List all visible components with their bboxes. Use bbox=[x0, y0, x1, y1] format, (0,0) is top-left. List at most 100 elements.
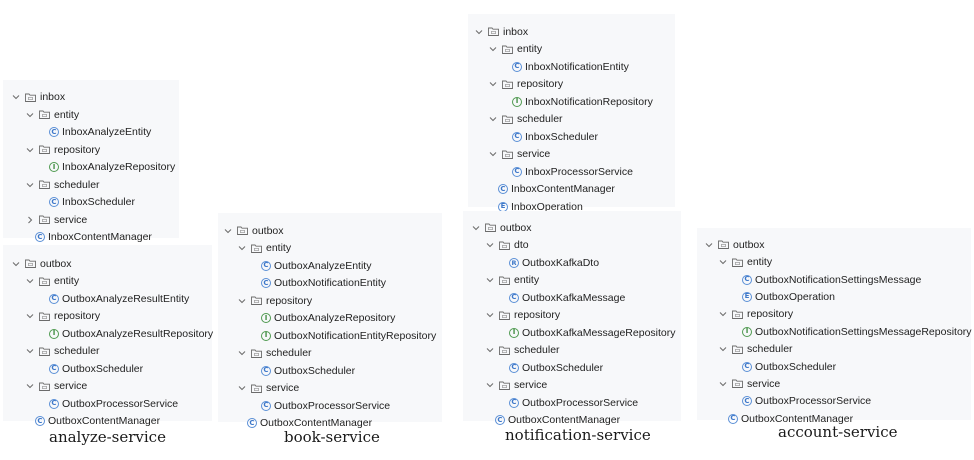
tree-file-row[interactable]: I OutboxKafkaMessageRepository bbox=[509, 324, 676, 342]
tree-folder-row[interactable]: entity bbox=[25, 106, 79, 124]
tree-folder-row[interactable]: service bbox=[25, 378, 87, 396]
tree-folder-row[interactable]: entity bbox=[488, 41, 542, 59]
tree-folder-row[interactable]: repository bbox=[237, 292, 312, 310]
tree-file-row[interactable]: R OutboxKafkaDto bbox=[509, 254, 599, 272]
tree-folder-row[interactable]: service bbox=[485, 377, 547, 395]
chevron-down-icon[interactable] bbox=[488, 114, 498, 124]
tree-file-row[interactable]: I OutboxAnalyzeResultRepository bbox=[49, 325, 213, 343]
tree-file-row[interactable]: C InboxScheduler bbox=[512, 128, 598, 146]
chevron-down-icon[interactable] bbox=[718, 257, 728, 267]
chevron-down-icon[interactable] bbox=[485, 345, 495, 355]
chevron-down-icon[interactable] bbox=[25, 276, 35, 286]
tree-folder-row[interactable]: repository bbox=[25, 308, 100, 326]
tree-folder-row[interactable]: repository bbox=[25, 141, 100, 159]
tree-folder-row[interactable]: dto bbox=[485, 237, 529, 255]
tree-item-label: entity bbox=[517, 43, 543, 56]
chevron-down-icon[interactable] bbox=[25, 180, 35, 190]
account-outbox-tree: outbox entity C OutboxNotificationSettingsM… bbox=[697, 228, 972, 425]
tree-file-row[interactable]: C OutboxAnalyzeResultEntity bbox=[49, 290, 189, 308]
tree-file-row[interactable]: C InboxAnalyzeEntity bbox=[49, 124, 151, 142]
tree-file-row[interactable]: C OutboxAnalyzeEntity bbox=[261, 257, 371, 275]
chevron-down-icon[interactable] bbox=[11, 92, 21, 102]
chevron-down-icon[interactable] bbox=[237, 383, 247, 393]
chevron-down-icon[interactable] bbox=[11, 259, 21, 269]
tree-folder-row[interactable]: scheduler bbox=[237, 345, 312, 363]
tree-folder-row[interactable]: scheduler bbox=[488, 111, 563, 129]
chevron-down-icon[interactable] bbox=[485, 380, 495, 390]
chevron-down-icon[interactable] bbox=[485, 240, 495, 250]
tree-file-row[interactable]: C OutboxScheduler bbox=[49, 360, 143, 378]
tree-file-row[interactable]: C OutboxProcessorService bbox=[742, 393, 871, 411]
tree-item-label: OutboxScheduler bbox=[522, 361, 604, 374]
chevron-down-icon[interactable] bbox=[25, 346, 35, 356]
tree-folder-row[interactable]: inbox bbox=[474, 23, 528, 41]
chevron-down-icon[interactable] bbox=[237, 296, 247, 306]
chevron-down-icon[interactable] bbox=[485, 310, 495, 320]
chevron-down-icon[interactable] bbox=[25, 145, 35, 155]
tree-file-row[interactable]: C OutboxNotificationEntity bbox=[261, 275, 386, 293]
chevron-down-icon[interactable] bbox=[488, 149, 498, 159]
tree-file-row[interactable]: C OutboxScheduler bbox=[261, 362, 355, 380]
tree-file-row[interactable]: C InboxContentManager bbox=[35, 229, 152, 247]
tree-file-row[interactable]: C OutboxScheduler bbox=[742, 358, 836, 376]
chevron-down-icon[interactable] bbox=[474, 27, 484, 37]
chevron-down-icon[interactable] bbox=[718, 309, 728, 319]
tree-folder-row[interactable]: outbox bbox=[11, 255, 72, 273]
tree-file-row[interactable]: C OutboxProcessorService bbox=[261, 397, 390, 415]
chevron-down-icon[interactable] bbox=[237, 243, 247, 253]
chevron-down-icon[interactable] bbox=[485, 275, 495, 285]
tree-file-row[interactable]: C OutboxProcessorService bbox=[509, 394, 638, 412]
tree-file-row[interactable]: C OutboxKafkaMessage bbox=[509, 289, 625, 307]
class-icon: C bbox=[35, 232, 45, 243]
chevron-down-icon[interactable] bbox=[704, 240, 714, 250]
tree-folder-row[interactable]: service bbox=[488, 146, 550, 164]
tree-folder-row[interactable]: outbox bbox=[223, 222, 284, 240]
tree-folder-row[interactable]: scheduler bbox=[25, 343, 100, 361]
tree-folder-row[interactable]: repository bbox=[485, 307, 560, 325]
tree-item-label: InboxContentManager bbox=[511, 183, 615, 196]
tree-folder-row[interactable]: scheduler bbox=[718, 340, 793, 358]
tree-folder-row[interactable]: inbox bbox=[11, 89, 65, 107]
chevron-down-icon[interactable] bbox=[25, 311, 35, 321]
tree-file-row[interactable]: C InboxScheduler bbox=[49, 194, 135, 212]
chevron-down-icon[interactable] bbox=[718, 344, 728, 354]
tree-folder-row[interactable]: scheduler bbox=[25, 176, 100, 194]
tree-file-row[interactable]: C OutboxProcessorService bbox=[49, 395, 178, 413]
tree-folder-row[interactable]: outbox bbox=[704, 236, 765, 254]
tree-file-row[interactable]: C OutboxScheduler bbox=[509, 359, 603, 377]
interface-icon: I bbox=[512, 96, 522, 107]
tree-folder-row[interactable]: entity bbox=[25, 273, 79, 291]
tree-folder-row[interactable]: repository bbox=[718, 306, 793, 324]
chevron-down-icon[interactable] bbox=[223, 226, 233, 236]
tree-item-label: InboxNotificationEntity bbox=[525, 60, 629, 73]
tree-folder-row[interactable]: entity bbox=[718, 253, 772, 271]
tree-file-row[interactable]: I OutboxNotificationSettingsMessageReposi… bbox=[742, 323, 972, 341]
tree-item-label: OutboxNotificationEntityRepository bbox=[274, 329, 437, 342]
tree-folder-row[interactable]: entity bbox=[237, 240, 291, 258]
tree-folder-row[interactable]: entity bbox=[485, 272, 539, 290]
chevron-right-icon[interactable] bbox=[25, 215, 35, 225]
tree-folder-row[interactable]: scheduler bbox=[485, 342, 560, 360]
tree-folder-row[interactable]: outbox bbox=[471, 219, 532, 237]
tree-file-row[interactable]: I InboxNotificationRepository bbox=[512, 93, 653, 111]
tree-file-row[interactable]: C InboxNotificationEntity bbox=[512, 58, 629, 76]
chevron-down-icon[interactable] bbox=[237, 348, 247, 358]
tree-folder-row[interactable]: service bbox=[718, 375, 780, 393]
tree-file-row[interactable]: C InboxContentManager bbox=[498, 181, 615, 199]
tree-folder-row[interactable]: service bbox=[237, 380, 299, 398]
tree-item-label: scheduler bbox=[54, 345, 100, 358]
tree-file-row[interactable]: I InboxAnalyzeRepository bbox=[49, 159, 175, 177]
tree-folder-row[interactable]: repository bbox=[488, 76, 563, 94]
chevron-down-icon[interactable] bbox=[718, 379, 728, 389]
tree-file-row[interactable]: I OutboxNotificationEntityRepository bbox=[261, 327, 436, 345]
chevron-down-icon[interactable] bbox=[25, 110, 35, 120]
chevron-down-icon[interactable] bbox=[488, 44, 498, 54]
tree-file-row[interactable]: I OutboxAnalyzeRepository bbox=[261, 310, 395, 328]
tree-file-row[interactable]: E OutboxOperation bbox=[742, 288, 835, 306]
chevron-down-icon[interactable] bbox=[488, 79, 498, 89]
tree-folder-row[interactable]: service bbox=[25, 211, 87, 229]
tree-file-row[interactable]: C InboxProcessorService bbox=[512, 163, 633, 181]
tree-file-row[interactable]: C OutboxNotificationSettingsMessage bbox=[742, 271, 921, 289]
chevron-down-icon[interactable] bbox=[25, 381, 35, 391]
chevron-down-icon[interactable] bbox=[471, 223, 481, 233]
